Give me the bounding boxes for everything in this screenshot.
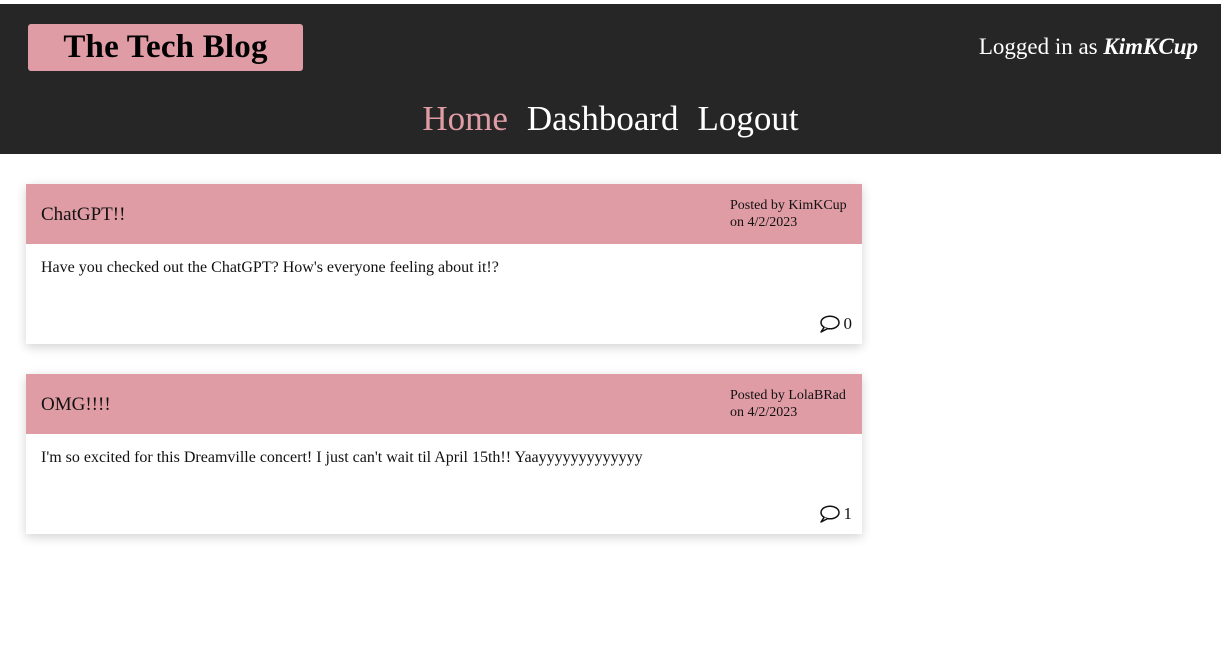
comment-count: 0: [843, 314, 853, 333]
post-header[interactable]: ChatGPT!! Posted by KimKCup on 4/2/2023: [26, 184, 862, 244]
nav-home-link[interactable]: Home: [422, 96, 508, 142]
login-status: Logged in as KimKCup: [979, 34, 1198, 60]
site-header: The Tech Blog Logged in as KimKCup Home …: [0, 4, 1221, 154]
post-title: ChatGPT!!: [41, 204, 126, 225]
speech-bubble-icon: [819, 505, 840, 523]
post-body: Have you checked out the ChatGPT? How's …: [26, 244, 862, 344]
speech-bubble-icon: [819, 315, 840, 333]
login-username: KimKCup: [1103, 34, 1198, 59]
site-title: The Tech Blog: [63, 29, 268, 65]
post-body: I'm so excited for this Dreamville conce…: [26, 434, 862, 534]
post-date: on 4/2/2023: [730, 215, 798, 230]
main-nav: Home Dashboard Logout: [0, 96, 1221, 142]
comment-count: 1: [843, 504, 853, 523]
comment-count-link[interactable]: 1: [819, 504, 853, 524]
post-title: OMG!!!!: [41, 394, 111, 415]
post-meta: Posted by KimKCup on 4/2/2023: [730, 197, 847, 231]
post-list: ChatGPT!! Posted by KimKCup on 4/2/2023 …: [0, 154, 1221, 534]
post-author: Posted by KimKCup: [730, 198, 847, 213]
post-card: OMG!!!! Posted by LolaBRad on 4/2/2023 I…: [26, 374, 862, 534]
login-status-prefix: Logged in as: [978, 34, 1104, 59]
post-author: Posted by LolaBRad: [730, 388, 846, 403]
nav-logout-link[interactable]: Logout: [698, 96, 799, 142]
post-content: Have you checked out the ChatGPT? How's …: [41, 259, 499, 276]
post-header[interactable]: OMG!!!! Posted by LolaBRad on 4/2/2023: [26, 374, 862, 434]
comment-count-link[interactable]: 0: [819, 314, 853, 334]
post-content: I'm so excited for this Dreamville conce…: [41, 449, 643, 466]
site-logo-link[interactable]: The Tech Blog: [28, 24, 303, 71]
post-meta: Posted by LolaBRad on 4/2/2023: [730, 387, 847, 421]
nav-dashboard-link[interactable]: Dashboard: [527, 96, 679, 142]
post-card: ChatGPT!! Posted by KimKCup on 4/2/2023 …: [26, 184, 862, 344]
post-date: on 4/2/2023: [730, 405, 798, 420]
